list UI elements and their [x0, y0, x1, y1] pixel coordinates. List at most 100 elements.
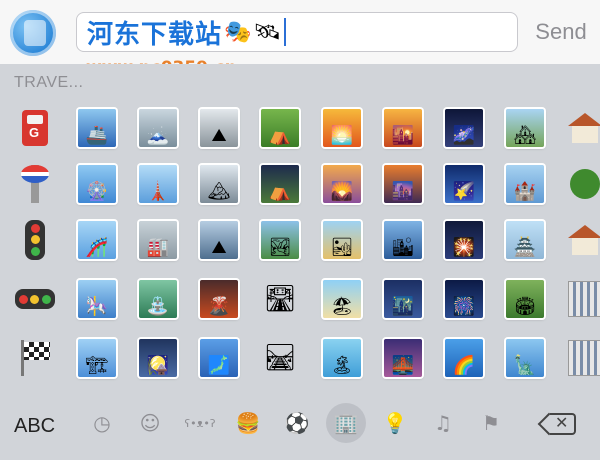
desert-glyph: 🏜 — [330, 237, 354, 258]
ship-glyph: 🚢 — [85, 125, 109, 146]
rainbow-emoji[interactable]: 🌈 — [442, 336, 486, 380]
house-emoji[interactable] — [563, 106, 600, 150]
mountain-glyph: ⛰ — [211, 125, 227, 146]
category-title: TRAVE... — [14, 74, 84, 91]
message-input-bar: 河东下载站 🎭 🛰 Send — [0, 0, 600, 64]
night-with-stars-emoji[interactable]: 🌃 — [381, 277, 425, 321]
national-park-emoji[interactable]: 🏞 — [258, 218, 302, 262]
house-buildings-emoji[interactable]: 🏘 — [503, 106, 547, 150]
sunrise-emoji[interactable]: 🌅 — [320, 106, 364, 150]
carousel-horse-emoji[interactable]: 🎠 — [75, 277, 119, 321]
message-input[interactable]: 河东下载站 🎭 🛰 — [76, 12, 518, 52]
desert-emoji[interactable]: 🏜 — [320, 218, 364, 262]
busstop-emoji[interactable] — [13, 162, 57, 206]
statue-of-liberty-emoji[interactable]: 🗽 — [503, 336, 547, 380]
night-camping-emoji[interactable]: ⛺ — [258, 162, 302, 206]
silhouette-of-japan-glyph: 🗾 — [207, 355, 231, 376]
desert-island-emoji[interactable]: 🏝 — [320, 336, 364, 380]
objects-icon[interactable]: 💡 — [375, 403, 415, 443]
night-with-stars-glyph: 🌃 — [391, 296, 415, 317]
fountain-icon: ⛲ — [139, 280, 177, 318]
stadium-icon: 🏟 — [506, 280, 544, 318]
fireworks-emoji[interactable]: 🎆 — [442, 277, 486, 321]
city-sunset-emoji[interactable]: 🌇 — [381, 106, 425, 150]
recent-icon[interactable]: ◷ — [82, 403, 122, 443]
office-building-emoji[interactable] — [563, 277, 600, 321]
ferris-wheel-emoji[interactable]: 🎡 — [75, 162, 119, 206]
office-building-icon — [568, 281, 600, 317]
horizontal-traffic-light-emoji[interactable] — [13, 277, 57, 321]
satellite-emoji: 🛰 — [253, 19, 282, 44]
european-castle-emoji[interactable]: 🏰 — [503, 162, 547, 206]
factory-emoji[interactable]: 🏭 — [136, 218, 180, 262]
construction-crane-glyph: 🏗 — [85, 355, 109, 376]
construction-crane-emoji[interactable]: 🏗 — [75, 336, 119, 380]
tokyo-tower-emoji[interactable]: 🗼 — [136, 162, 180, 206]
house-with-garden-emoji[interactable] — [563, 162, 600, 206]
factory-icon: 🏭 — [139, 221, 177, 259]
milky-way-icon: 🌌 — [445, 109, 483, 147]
delete-button[interactable]: ✕ — [540, 410, 580, 440]
house-buildings-icon: 🏘 — [506, 109, 544, 147]
carousel-horse-glyph: 🎠 — [85, 296, 109, 317]
roller-coaster-emoji[interactable]: 🎢 — [75, 218, 119, 262]
city-dusk-glyph: 🌆 — [391, 181, 415, 202]
city-dusk-emoji[interactable]: 🌆 — [381, 162, 425, 206]
snow-mountain-emoji[interactable]: 🏔 — [197, 162, 241, 206]
chequered-flag-emoji[interactable] — [13, 336, 57, 380]
bridge-at-night-emoji[interactable]: 🌉 — [381, 336, 425, 380]
railway-track-emoji[interactable]: 🛤 — [258, 336, 302, 380]
japanese-castle-glyph: 🏯 — [513, 237, 537, 258]
smileys-icon[interactable]: ☺ — [130, 403, 170, 443]
night-camping-icon: ⛺ — [261, 165, 299, 203]
animals-icon[interactable]: ʕ•ᴥ•ʔ — [180, 403, 220, 443]
abc-keyboard-button[interactable]: ABC — [14, 410, 64, 442]
fountain-emoji[interactable]: ⛲ — [136, 277, 180, 321]
stadium-emoji[interactable]: 🏟 — [503, 277, 547, 321]
flags-icon[interactable]: ⚑ — [471, 403, 511, 443]
shooting-star-emoji[interactable]: 🌠 — [442, 162, 486, 206]
mountain-peak-glyph: ⛰ — [211, 237, 227, 258]
tent-emoji[interactable]: ⛺ — [258, 106, 302, 150]
mount-fuji-emoji[interactable]: 🗻 — [136, 106, 180, 150]
milky-way-emoji[interactable]: 🌌 — [442, 106, 486, 150]
snow-mountain-icon: 🏔 — [200, 165, 238, 203]
national-park-glyph: 🏞 — [268, 237, 292, 258]
lamp — [19, 294, 29, 304]
sunrise-over-mountains-emoji[interactable]: 🌄 — [320, 162, 364, 206]
sparkler-emoji[interactable]: 🎇 — [442, 218, 486, 262]
tent-glyph: ⛺ — [268, 125, 292, 146]
mountain-emoji[interactable]: ⛰ — [197, 106, 241, 150]
volcano-emoji[interactable]: 🌋 — [197, 277, 241, 321]
lamp — [30, 246, 40, 256]
moon-viewing-emoji[interactable]: 🎑 — [136, 336, 180, 380]
motorway-emoji[interactable]: 🛣 — [258, 277, 302, 321]
derelict-house-emoji[interactable] — [563, 218, 600, 262]
ship-emoji[interactable]: 🚢 — [75, 106, 119, 150]
watermark-logo — [10, 10, 56, 56]
beach-umbrella-glyph: 🏖 — [330, 296, 354, 317]
cityscape-icon: 🏙 — [384, 221, 422, 259]
carousel-horse-icon: 🎠 — [78, 280, 116, 318]
symbols-icon[interactable]: ♫ — [423, 403, 463, 443]
beach-umbrella-emoji[interactable]: 🏖 — [320, 277, 364, 321]
volcano-glyph: 🌋 — [207, 296, 231, 317]
cityscape-emoji[interactable]: 🏙 — [381, 218, 425, 262]
vertical-traffic-light-emoji[interactable] — [13, 218, 57, 262]
japanese-castle-emoji[interactable]: 🏯 — [503, 218, 547, 262]
mountain-peak-emoji[interactable]: ⛰ — [197, 218, 241, 262]
silhouette-of-japan-emoji[interactable]: 🗾 — [197, 336, 241, 380]
house-icon — [568, 113, 600, 143]
fuel-pump-emoji[interactable] — [13, 106, 57, 150]
stadium-glyph: 🏟 — [513, 296, 537, 317]
emoji-panel[interactable]: TRAVE... 🚢 🎡 🎢 🎠 🏗 🗻 🗼 🏭 ⛲ 🎑 ⛰ 🏔 ⛰ 🌋 🗾 ⛺ ⛺ 🏞 🛣 🛤 🌅 🌄 🏜 🏖 🏝 🌇 🌆 🏙 🌃 🌉 🌌… — [0, 64, 600, 394]
horizontal-traffic-light-icon — [15, 289, 55, 309]
moon-viewing-icon: 🎑 — [139, 339, 177, 377]
ship-icon: 🚢 — [78, 109, 116, 147]
city-sunset-glyph: 🌇 — [391, 125, 415, 146]
hospital-emoji[interactable] — [563, 336, 600, 380]
sports-icon[interactable]: ⚽ — [277, 403, 317, 443]
travel-places-icon[interactable]: 🏢 — [326, 403, 366, 443]
send-button[interactable]: Send — [528, 16, 594, 48]
food-icon[interactable]: 🍔 — [228, 403, 268, 443]
